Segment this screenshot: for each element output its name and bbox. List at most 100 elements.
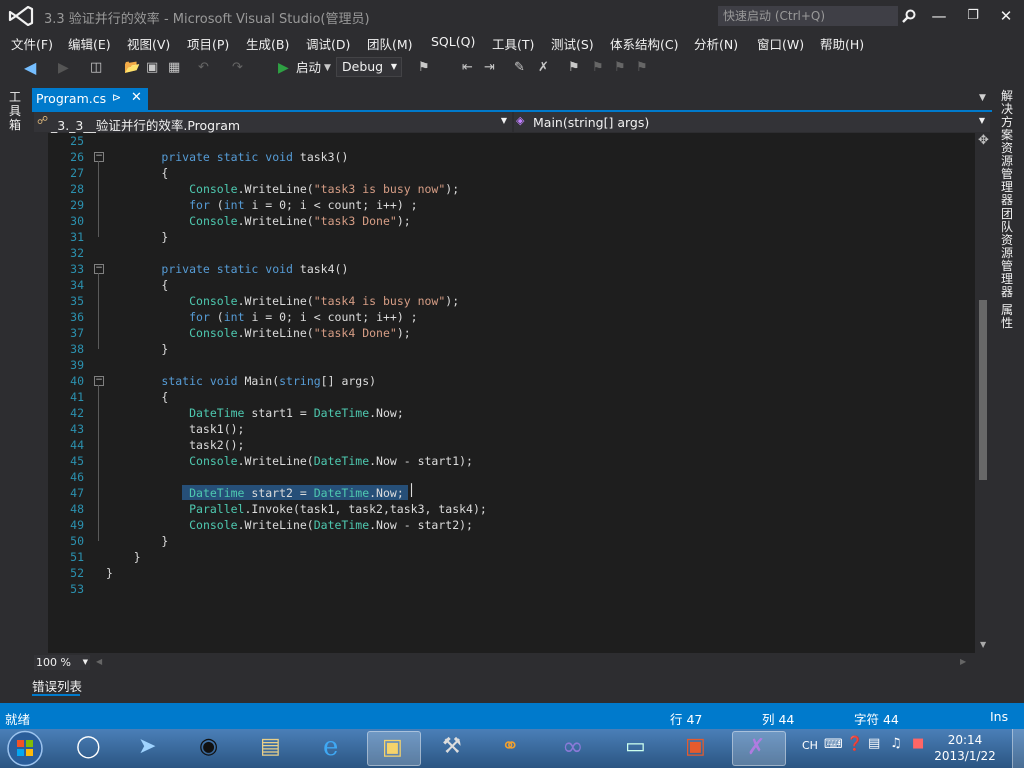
scroll-right-icon[interactable]: ▶ — [960, 657, 966, 666]
vertical-scroll-thumb[interactable] — [979, 300, 987, 480]
properties-tab[interactable]: 属性 — [1001, 304, 1015, 330]
code-line[interactable]: task1(); — [106, 421, 244, 437]
collapse-region-icon[interactable]: − — [94, 152, 104, 162]
pin-icon[interactable]: ⊳ — [112, 91, 121, 104]
taskbar-tools[interactable]: ⚒ — [428, 731, 482, 766]
code-line[interactable]: private static void task4() — [106, 261, 348, 277]
code-line[interactable]: for (int i = 0; i < count; i++) ; — [106, 309, 418, 325]
tray-app-icon[interactable]: ■ — [912, 736, 924, 751]
start-orb-icon[interactable] — [4, 729, 46, 768]
uncomment-icon[interactable]: ✗ — [538, 58, 549, 78]
taskbar-library[interactable]: ▤ — [246, 731, 300, 766]
code-line[interactable]: } — [106, 549, 141, 565]
collapse-region-icon[interactable]: − — [94, 264, 104, 274]
comment-icon[interactable]: ✎ — [514, 58, 525, 78]
code-line[interactable]: static void Main(string[] args) — [106, 373, 376, 389]
volume-icon[interactable]: ♫ — [890, 736, 902, 751]
menu-debug[interactable]: 调试(D) — [306, 34, 350, 53]
code-line[interactable]: Console.WriteLine(DateTime.Now - start2)… — [106, 517, 473, 533]
navigate-forward-icon[interactable]: ▶ — [58, 58, 69, 78]
find-in-files-icon[interactable]: ⚑ — [418, 58, 430, 78]
chevron-down-icon[interactable]: ▼ — [324, 58, 331, 78]
member-dropdown[interactable]: ◈ Main(string[] args) ▼ — [514, 112, 990, 132]
save-all-icon[interactable]: ▦ — [168, 58, 180, 78]
code-line[interactable]: private static void task3() — [106, 149, 348, 165]
error-list-tab[interactable]: 错误列表 — [32, 676, 82, 695]
network-icon[interactable]: ▤ — [868, 736, 880, 751]
taskbar-powerpoint[interactable]: ▣ — [671, 731, 725, 766]
solution-config-select[interactable]: Debug ▼ — [336, 57, 402, 77]
prev-bookmark-icon[interactable]: ⚑ — [592, 58, 604, 78]
taskbar-explorer[interactable]: ▣ — [367, 731, 421, 766]
menu-project[interactable]: 项目(P) — [187, 34, 229, 53]
code-line[interactable]: Console.WriteLine("task3 is busy now"); — [106, 181, 459, 197]
code-line[interactable]: DateTime start2 = DateTime.Now; — [106, 485, 404, 501]
tab-program-cs[interactable]: Program.cs ⊳ ✕ — [32, 88, 148, 110]
align-left-icon[interactable]: ⇤ — [462, 58, 473, 78]
toolbox-tab[interactable]: 工具箱 — [9, 90, 25, 132]
team-explorer-tab[interactable]: 团队资源管理器 — [1001, 208, 1015, 299]
start-button[interactable]: 启动 — [296, 58, 321, 78]
save-icon[interactable]: ▣ — [146, 58, 158, 78]
menu-analyze[interactable]: 分析(N) — [694, 34, 738, 53]
class-dropdown[interactable]: ☍ _3._3__验证并行的效率.Program ▼ — [34, 112, 512, 133]
menu-file[interactable]: 文件(F) — [11, 34, 53, 53]
solution-explorer-tab[interactable]: 解决方案资源管理器 — [1001, 90, 1015, 207]
menu-help[interactable]: 帮助(H) — [820, 34, 864, 53]
code-line[interactable]: } — [106, 229, 168, 245]
menu-sql[interactable]: SQL(Q) — [431, 34, 475, 49]
code-line[interactable]: { — [106, 165, 168, 181]
menu-test[interactable]: 测试(S) — [551, 34, 594, 53]
zoom-dropdown[interactable]: 100 % ▼ — [34, 655, 90, 670]
bookmark-icon[interactable]: ⚑ — [568, 58, 580, 78]
code-line[interactable]: Console.WriteLine(DateTime.Now - start1)… — [106, 453, 473, 469]
taskbar-media-player[interactable]: ◯ — [62, 731, 116, 766]
taskbar-qq[interactable]: ◉ — [185, 731, 239, 766]
minimize-button[interactable]: — — [924, 4, 954, 28]
close-window-button[interactable]: ✕ — [991, 4, 1021, 28]
taskbar-app-rings[interactable]: ⚭ — [489, 731, 543, 766]
menu-edit[interactable]: 编辑(E) — [68, 34, 111, 53]
code-line[interactable]: DateTime start1 = DateTime.Now; — [106, 405, 404, 421]
start-debug-icon[interactable]: ▶ — [278, 58, 289, 78]
code-line[interactable]: } — [106, 565, 113, 581]
close-tab-icon[interactable]: ✕ — [131, 90, 142, 105]
indicator-margin[interactable] — [32, 133, 48, 653]
taskbar-ie[interactable]: e — [307, 731, 361, 766]
new-project-icon[interactable]: ◫ — [90, 58, 102, 78]
menu-window[interactable]: 窗口(W) — [757, 34, 804, 53]
taskbar-infinity-app[interactable]: ∞ — [550, 731, 604, 766]
clear-bookmarks-icon[interactable]: ⚑ — [636, 58, 648, 78]
code-line[interactable]: { — [106, 277, 168, 293]
code-line[interactable]: Console.WriteLine("task4 is busy now"); — [106, 293, 459, 309]
code-line[interactable]: } — [106, 341, 168, 357]
restore-button[interactable]: ❐ — [958, 4, 988, 28]
taskbar-monitor[interactable]: ▭ — [611, 731, 665, 766]
show-desktop-button[interactable] — [1012, 729, 1024, 768]
search-icon[interactable] — [902, 9, 916, 23]
help-icon[interactable]: ❓ — [846, 736, 863, 752]
scroll-down-icon[interactable]: ▼ — [980, 640, 986, 649]
undo-icon[interactable]: ↶ — [198, 58, 209, 78]
menu-team[interactable]: 团队(M) — [367, 34, 413, 53]
taskbar-clock[interactable]: 20:14 2013/1/22 — [930, 732, 1000, 764]
code-line[interactable]: { — [106, 389, 168, 405]
keyboard-icon[interactable]: ⌨ — [824, 737, 843, 752]
menu-build[interactable]: 生成(B) — [246, 34, 289, 53]
code-line[interactable]: Console.WriteLine("task3 Done"); — [106, 213, 411, 229]
tab-overflow-icon[interactable]: ▼ — [979, 93, 986, 103]
menu-architecture[interactable]: 体系结构(C) — [610, 34, 678, 53]
menu-tools[interactable]: 工具(T) — [492, 34, 534, 53]
taskbar-bird-app[interactable]: ➤ — [124, 731, 178, 766]
code-line[interactable]: } — [106, 533, 168, 549]
code-line[interactable]: Parallel.Invoke(task1, task2,task3, task… — [106, 501, 487, 517]
quick-launch-input[interactable]: 快速启动 (Ctrl+Q) — [718, 6, 898, 26]
menu-view[interactable]: 视图(V) — [127, 34, 170, 53]
collapse-region-icon[interactable]: − — [94, 376, 104, 386]
indent-icon[interactable]: ⇥ — [484, 58, 495, 78]
navigate-back-icon[interactable]: ◀ — [24, 58, 36, 78]
split-window-icon[interactable]: ✥ — [978, 133, 989, 148]
open-file-icon[interactable]: 📂 — [124, 58, 140, 78]
next-bookmark-icon[interactable]: ⚑ — [614, 58, 626, 78]
code-line[interactable]: Console.WriteLine("task4 Done"); — [106, 325, 411, 341]
